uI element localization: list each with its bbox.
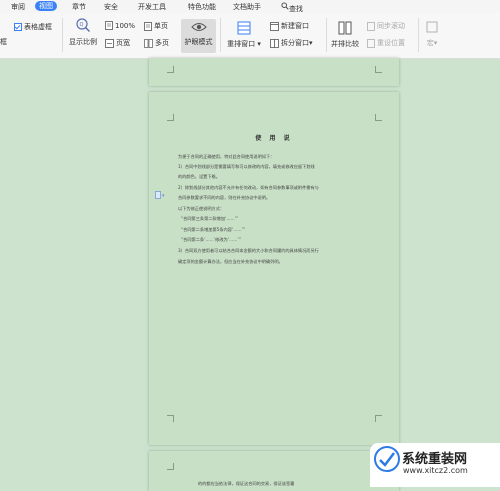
menu-bar: 审阅 视图 章节 安全 开发工具 特色功能 文档助手 查找 — [0, 0, 500, 13]
macro-text: 宏 — [426, 39, 434, 47]
divider — [326, 18, 327, 52]
menu-item-dev-tools[interactable]: 开发工具 — [138, 2, 166, 12]
split-window-icon — [270, 38, 279, 48]
dropdown-caret-icon: ▾ — [309, 39, 313, 47]
zoom-icon: Q — [76, 18, 91, 33]
crop-mark — [375, 66, 382, 73]
hundred-percent-label: 100% — [115, 21, 136, 30]
document-line: “合同第二条‘……’修改为‘……’” — [181, 237, 241, 242]
eye-mode-label: 护眼模式 — [184, 38, 213, 46]
document-line: 合同参数要求不同的内容，则在补充协议中说明。 — [178, 195, 271, 200]
crop-mark — [375, 114, 382, 121]
previous-page — [149, 58, 399, 86]
zoom-button[interactable]: Q 显示比例 — [68, 17, 98, 47]
document-line: 2）除划线部分其他内容不允许有任何改动，如有合同参数事项或附件需有与 — [178, 185, 319, 190]
document-line: 以下为修正使说明方式： — [178, 206, 225, 211]
document-icon — [105, 21, 113, 30]
reset-position-icon — [367, 38, 375, 48]
document-page[interactable] — [149, 92, 399, 445]
table-gridlines-label: 表格虚框 — [24, 23, 52, 31]
svg-text:Q: Q — [80, 22, 84, 28]
document-line: 确定项的金额计算办法，但应当在补充协议中明确列明。 — [178, 259, 283, 264]
multi-page-button[interactable]: 多页 — [144, 38, 169, 48]
split-window-button[interactable]: 拆分窗口 ▾ — [270, 38, 313, 48]
watermark-brand: 系统重装网 — [402, 452, 468, 467]
new-window-button[interactable]: 新建窗口 — [270, 21, 309, 31]
watermark-url: www.xitcz2.com — [403, 466, 468, 475]
multi-page-label: 多页 — [155, 39, 169, 47]
eye-mode-content: 护眼模式 — [181, 21, 216, 47]
eye-icon — [190, 23, 207, 31]
menu-item-special[interactable]: 特色功能 — [188, 2, 216, 12]
reset-position-button[interactable]: 重设位置 — [367, 38, 405, 48]
rearrange-window-text: 重排窗口 — [227, 40, 256, 48]
single-page-button[interactable]: 单页 — [144, 21, 168, 31]
side-by-side-label: 并排比较 — [331, 40, 359, 48]
page-width-label: 页宽 — [116, 39, 130, 47]
dropdown-caret-icon: ▾ — [433, 39, 438, 47]
ribbon-toolbar: 表格虚框 框 Q 显示比例 100% 页宽 单页 多页 护眼模式 重排窗口 ▾ — [0, 13, 500, 59]
macro-icon — [426, 21, 438, 33]
sync-scroll-icon — [367, 21, 375, 31]
menu-item-doc-helper[interactable]: 文档助手 — [233, 2, 261, 12]
menu-item-security[interactable]: 安全 — [104, 2, 118, 12]
crop-mark — [167, 66, 174, 73]
divider — [418, 18, 419, 52]
hundred-percent-button[interactable]: 100% — [105, 21, 135, 30]
table-gridlines-checkbox[interactable]: 表格虚框 — [14, 22, 52, 32]
document-line: 为便于合同的正确使用，特对此合同使用说明如下： — [178, 154, 275, 159]
document-line: 的的都应当依法律，保证这合同的交易，保证该签署 — [198, 481, 295, 486]
crop-mark — [167, 114, 174, 121]
reset-position-label: 重设位置 — [377, 39, 405, 47]
document-line: “合同第三条第二款增加‘……’” — [181, 216, 239, 221]
divider — [220, 18, 221, 52]
paragraph-handle-icon[interactable]: ▾ — [155, 184, 167, 203]
document-title: 使 用 说 — [255, 135, 293, 142]
rearrange-window-icon — [237, 21, 251, 35]
rearrange-window-label: 重排窗口 ▾ — [227, 39, 261, 49]
brand-logo-icon — [374, 446, 400, 472]
single-page-label: 单页 — [154, 22, 168, 30]
dropdown-caret-icon: ▾ — [255, 40, 261, 48]
menu-item-chapter[interactable]: 章节 — [72, 2, 86, 12]
checkbox-icon — [14, 23, 22, 31]
document-line: “合同第二条增加第5条内容‘……’” — [181, 227, 246, 232]
side-by-side-button[interactable]: 并排比较 — [330, 21, 360, 49]
left-cut-label: 框 — [0, 38, 7, 46]
crop-mark — [375, 415, 382, 422]
divider — [62, 18, 63, 52]
svg-text:▾: ▾ — [162, 193, 165, 199]
document-line: 3）合同双方使用者可以结合合同本金额的大小和合同履约的具体情况而另行 — [178, 248, 319, 253]
new-window-icon — [270, 21, 279, 31]
document-line: 的的颜色，设置下格。 — [178, 174, 220, 179]
side-by-side-icon — [338, 21, 352, 35]
menu-item-search[interactable]: 查找 — [281, 2, 303, 13]
crop-mark — [167, 415, 174, 422]
left-cut-item[interactable]: 框 — [0, 37, 7, 47]
page-width-icon — [105, 38, 114, 48]
sync-scroll-button[interactable]: 同步滚动 — [367, 21, 405, 31]
macro-button[interactable]: 宏▾ — [424, 21, 440, 48]
sync-scroll-label: 同步滚动 — [377, 22, 405, 30]
rearrange-window-button[interactable]: 重排窗口 ▾ — [224, 21, 264, 49]
crop-mark — [167, 463, 174, 470]
multi-page-icon — [144, 38, 153, 48]
menu-item-review[interactable]: 审阅 — [11, 2, 25, 12]
single-page-icon — [144, 21, 152, 31]
macro-label: 宏▾ — [427, 38, 438, 48]
search-icon — [281, 2, 289, 10]
menu-item-view[interactable]: 视图 — [35, 1, 57, 11]
document-line: 1）合同中划线部分是需要填写和可以修改的内容，填充或修改应留下划线 — [178, 164, 315, 169]
new-window-label: 新建窗口 — [281, 22, 309, 30]
split-window-label: 拆分窗口 — [281, 39, 309, 47]
page-width-button[interactable]: 页宽 — [105, 38, 130, 48]
zoom-label: 显示比例 — [69, 38, 97, 46]
